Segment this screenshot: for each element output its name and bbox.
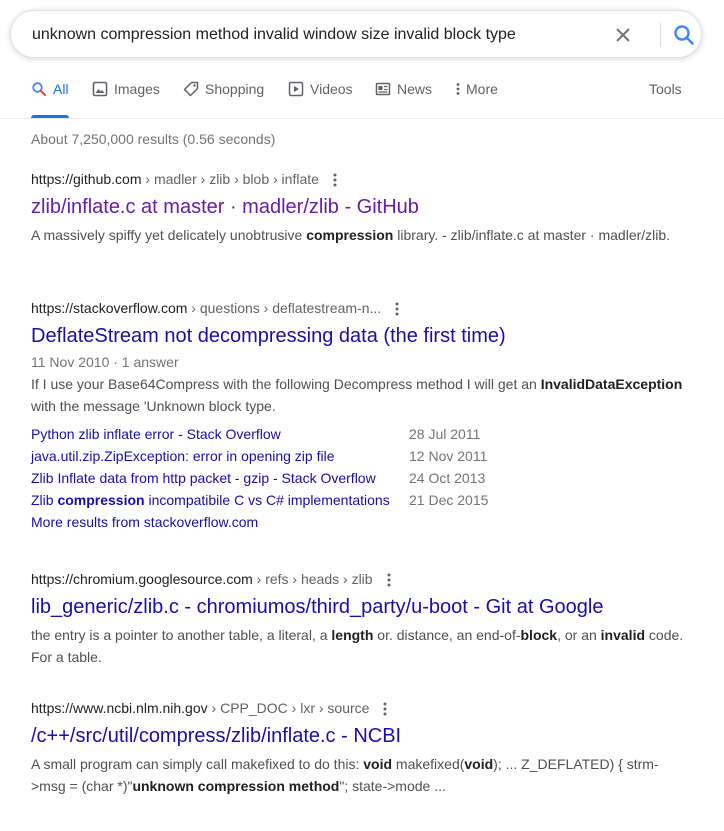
related-link-date: 21 Dec 2015 [409, 492, 489, 508]
result-snippet: the entry is a pointer to another table,… [31, 627, 684, 665]
related-link-row: Python zlib inflate error - Stack Overfl… [31, 423, 691, 445]
result-snippet: A massively spiffy yet delicately unobtr… [31, 227, 671, 243]
related-link-row: java.util.zip.ZipException: error in ope… [31, 445, 691, 467]
tab-label: Shopping [205, 81, 265, 97]
more-results-link[interactable]: More results from stackoverflow.com [31, 511, 691, 533]
search-icon[interactable] [671, 22, 697, 48]
related-link-date: 24 Oct 2013 [409, 470, 486, 486]
tab-more[interactable]: More [454, 78, 498, 118]
tab-all[interactable]: All [31, 78, 69, 118]
result-domain: https://chromium.googlesource.com [31, 571, 253, 587]
tab-label: News [397, 81, 433, 97]
news-icon [375, 81, 391, 97]
tab-shopping[interactable]: Shopping [183, 78, 264, 118]
kebab-menu-icon[interactable] [387, 572, 391, 588]
search-input[interactable] [32, 23, 592, 47]
tools-label: Tools [649, 81, 682, 97]
videos-play-icon [288, 81, 304, 97]
related-link[interactable]: Zlib compression incompatibile C vs C# i… [31, 489, 409, 511]
result-domain: https://stackoverflow.com [31, 300, 188, 316]
related-link[interactable]: Python zlib inflate error - Stack Overfl… [31, 423, 409, 445]
result-title-link[interactable]: zlib/inflate.c at master · madler/zlib -… [31, 194, 691, 220]
search-result: https://stackoverflow.com › questions › … [31, 298, 691, 533]
search-box-divider [660, 23, 661, 47]
related-link-date: 28 Jul 2011 [409, 426, 481, 442]
result-path: › refs › heads › zlib [252, 571, 373, 587]
result-title-link[interactable]: /c++/src/util/compress/zlib/inflate.c - … [31, 723, 691, 749]
related-link[interactable]: Zlib Inflate data from http packet - gzi… [31, 467, 409, 489]
result-url[interactable]: https://github.com › madler › zlib › blo… [31, 169, 691, 189]
more-dots-icon [454, 81, 462, 97]
kebab-menu-icon[interactable] [383, 701, 387, 717]
result-url[interactable]: https://chromium.googlesource.com › refs… [31, 569, 691, 589]
search-box [10, 10, 702, 58]
search-result: https://github.com › madler › zlib › blo… [31, 169, 691, 246]
result-url[interactable]: https://www.ncbi.nlm.nih.gov › CPP_DOC ›… [31, 698, 691, 718]
result-date: 11 Nov 2010 · 1 answer [31, 354, 179, 370]
related-link-row: Zlib Inflate data from http packet - gzi… [31, 467, 691, 489]
tabs-divider [0, 118, 724, 119]
related-link-row: Zlib compression incompatibile C vs C# i… [31, 489, 691, 511]
result-title-link[interactable]: lib_generic/zlib.c - chromiumos/third_pa… [31, 594, 691, 620]
result-snippet: If I use your Base64Compress with the fo… [31, 376, 683, 414]
result-snippet: A small program can simply call makefixe… [31, 756, 659, 794]
kebab-menu-icon[interactable] [333, 172, 337, 188]
result-path: › CPP_DOC › lxr › source [207, 700, 370, 716]
search-result: https://chromium.googlesource.com › refs… [31, 569, 691, 668]
result-stats: About 7,250,000 results (0.56 seconds) [31, 131, 276, 147]
search-result: https://www.ncbi.nlm.nih.gov › CPP_DOC ›… [31, 698, 691, 797]
tab-label: Videos [310, 81, 353, 97]
search-tabs: All Images Shopping Videos News More Too… [0, 78, 724, 118]
kebab-menu-icon[interactable] [395, 301, 399, 317]
related-link[interactable]: java.util.zip.ZipException: error in ope… [31, 445, 409, 467]
result-path: › madler › zlib › blob › inflate [141, 171, 319, 187]
tab-label: Images [114, 81, 160, 97]
shopping-tag-icon [183, 81, 199, 97]
result-domain: https://www.ncbi.nlm.nih.gov [31, 700, 208, 716]
related-link-date: 12 Nov 2011 [409, 448, 488, 464]
related-links: Python zlib inflate error - Stack Overfl… [31, 423, 691, 533]
tools-button[interactable]: Tools [649, 78, 682, 118]
images-icon [92, 81, 108, 97]
clear-icon[interactable] [611, 23, 635, 47]
tab-images[interactable]: Images [92, 78, 160, 118]
result-title-link[interactable]: DeflateStream not decompressing data (th… [31, 323, 691, 349]
tab-label: More [466, 81, 498, 97]
tab-label: All [53, 81, 69, 97]
search-icon [31, 81, 47, 97]
result-path: › questions › deflatestream-n... [187, 300, 382, 316]
result-domain: https://github.com [31, 171, 142, 187]
tab-videos[interactable]: Videos [288, 78, 353, 118]
tab-news[interactable]: News [375, 78, 432, 118]
result-url[interactable]: https://stackoverflow.com › questions › … [31, 298, 691, 318]
